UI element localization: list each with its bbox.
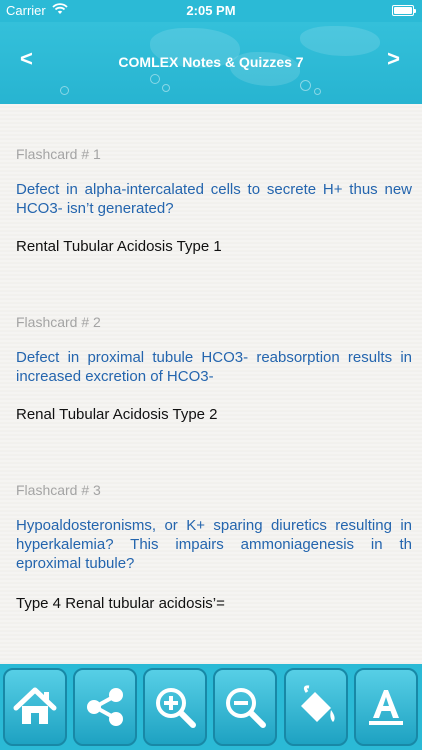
battery-icon xyxy=(392,5,416,16)
bubble-decoration xyxy=(60,86,69,95)
zoom-out-icon xyxy=(226,688,266,728)
font-size-button[interactable] xyxy=(354,668,418,746)
bottom-toolbar xyxy=(0,664,422,750)
theme-color-button[interactable] xyxy=(284,668,348,746)
font-icon xyxy=(369,690,403,725)
forward-button[interactable]: > xyxy=(387,46,400,72)
bubble-decoration xyxy=(162,84,170,92)
flashcard-question: Defect in proximal tubule HCO3- reabsorp… xyxy=(16,349,412,385)
zoom-in-button[interactable] xyxy=(143,668,207,746)
clock: 2:05 PM xyxy=(186,3,236,18)
world-map-decoration xyxy=(300,26,380,56)
bubble-decoration xyxy=(150,74,160,84)
status-bar: Carrier 2:05 PM xyxy=(0,0,422,22)
flashcard-label: Flashcard # 1 xyxy=(16,146,101,162)
bubble-decoration xyxy=(300,80,311,91)
flashcard-answer: Type 4 Renal tubular acidosis’= xyxy=(16,595,225,612)
flashcard-question: Defect in alpha-intercalated cells to se… xyxy=(16,181,412,217)
flashcard-label: Flashcard # 3 xyxy=(16,482,101,498)
nav-bar: < COMLEX Notes & Quizzes 7 > xyxy=(0,22,422,104)
share-button[interactable] xyxy=(73,668,137,746)
flashcard-question: Hypoaldosteronisms, or K+ sparing diuret… xyxy=(16,517,412,572)
home-icon xyxy=(13,687,57,724)
bubble-decoration xyxy=(314,88,321,95)
share-icon xyxy=(87,688,123,726)
flashcard-label: Flashcard # 2 xyxy=(16,314,101,330)
zoom-out-button[interactable] xyxy=(213,668,277,746)
flashcard-answer: Renal Tubular Acidosis Type 2 xyxy=(16,406,218,423)
page-title: COMLEX Notes & Quizzes 7 xyxy=(118,54,304,70)
zoom-in-icon xyxy=(156,688,196,728)
flashcard-list[interactable]: Flashcard # 1 Defect in alpha-intercalat… xyxy=(0,104,422,664)
home-button[interactable] xyxy=(3,668,67,746)
paint-bucket-icon xyxy=(301,685,335,722)
flashcard-answer: Rental Tubular Acidosis Type 1 xyxy=(16,238,222,255)
